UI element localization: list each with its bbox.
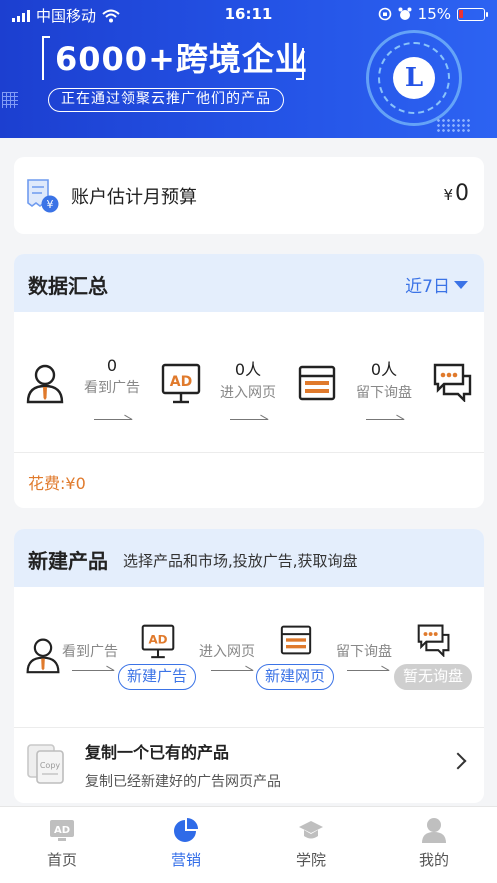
metric-page-visits: 0人 进入网页 (220, 360, 276, 401)
banner-headline: 6000+跨境企业 (55, 40, 308, 78)
new-ad-button[interactable]: 新建广告 (118, 664, 197, 690)
step-label-page-visits: 进入网页 (199, 644, 255, 660)
data-summary-card: 数据汇总 近7日 AD 0 看到广告 0人 进入网页 0人 留下询盘 花费:¥0 (14, 254, 484, 508)
date-range-label: 近7日 (405, 277, 450, 297)
svg-text:¥: ¥ (47, 198, 54, 211)
promo-banner[interactable]: 中国移动 16:11 15% 6000+跨境企业 正在通过领聚云推广他们的产品 … (0, 0, 497, 138)
grid-decoration (2, 92, 18, 108)
arrow-right-icon (230, 412, 268, 420)
product-header: 新建产品 选择产品和市场,投放广告,获取询盘 (14, 529, 484, 587)
status-bar: 中国移动 16:11 15% (0, 0, 497, 28)
chat-bubbles-icon (433, 363, 472, 402)
tab-mine-label: 我的 (418, 851, 449, 869)
summary-header: 数据汇总 近7日 (14, 254, 484, 312)
step-label-ad-views: 看到广告 (62, 644, 118, 660)
step-label-inquiries: 留下询盘 (336, 644, 392, 660)
copy-documents-icon: Copy (27, 744, 64, 784)
brand-logo: L (393, 57, 435, 99)
tab-academy-label: 学院 (295, 851, 326, 869)
svg-text:AD: AD (170, 374, 192, 390)
product-description: 选择产品和市场,投放广告,获取询盘 (123, 552, 358, 570)
ad-board-icon: AD (161, 363, 201, 404)
chevron-right-icon (449, 752, 467, 770)
tab-home[interactable]: AD 首页 (22, 813, 102, 870)
caret-down-icon (454, 280, 468, 289)
summary-title: 数据汇总 (28, 274, 108, 298)
battery-icon (457, 7, 488, 21)
spend-total: 花费:¥0 (28, 474, 86, 493)
arrow-right-icon (347, 663, 389, 671)
user-icon (422, 818, 446, 843)
divider (14, 452, 484, 453)
tab-mine[interactable]: 我的 (394, 813, 474, 870)
battery-percent: 15% (417, 5, 451, 23)
budget-document-icon: ¥ (27, 179, 59, 213)
arrow-right-icon (72, 663, 114, 671)
tab-marketing[interactable]: 营销 (146, 813, 226, 870)
new-webpage-button[interactable]: 新建网页 (256, 664, 335, 690)
svg-text:AD: AD (54, 825, 70, 836)
webpage-icon (280, 625, 312, 655)
ad-board-icon: AD (141, 624, 175, 659)
copy-product-title: 复制一个已有的产品 (85, 743, 230, 762)
bottom-tab-bar: AD 首页 营销 学院 我的 (0, 806, 497, 883)
pie-chart-icon (174, 818, 198, 842)
user-icon (26, 364, 64, 404)
graduation-cap-icon (299, 821, 323, 839)
new-product-card: 新建产品 选择产品和市场,投放广告,获取询盘 看到广告 AD 新建广告 进入网页… (14, 529, 484, 803)
bracket-decoration (42, 36, 50, 80)
arrow-right-icon (366, 412, 404, 420)
copy-existing-product-row[interactable]: Copy 复制一个已有的产品 复制已经新建好的广告网页产品 (14, 727, 484, 803)
copy-product-desc: 复制已经新建好的广告网页产品 (85, 774, 281, 790)
banner-subline: 正在通过领聚云推广他们的产品 (48, 88, 284, 112)
tab-academy[interactable]: 学院 (271, 813, 351, 870)
dots-decoration (436, 118, 470, 132)
budget-card[interactable]: ¥ 账户估计月预算 ¥0 (14, 157, 484, 234)
chat-bubbles-icon (417, 624, 450, 657)
arrow-right-icon (94, 412, 132, 420)
tab-home-label: 首页 (46, 851, 77, 869)
ad-icon: AD (50, 820, 74, 841)
budget-amount: ¥0 (443, 181, 469, 206)
svg-text:Copy: Copy (40, 761, 61, 770)
product-title: 新建产品 (28, 549, 108, 573)
rotation-lock-icon (378, 7, 391, 21)
budget-label: 账户估计月预算 (71, 187, 197, 208)
date-range-dropdown[interactable]: 近7日 (405, 272, 468, 297)
arrow-right-icon (211, 663, 253, 671)
tab-marketing-label: 营销 (170, 851, 201, 869)
webpage-icon (298, 365, 336, 401)
no-inquiry-button: 暂无询盘 (394, 664, 473, 690)
metric-ad-views: 0 看到广告 (84, 356, 140, 396)
user-icon (26, 638, 60, 674)
alarm-icon (398, 7, 412, 20)
metric-inquiries: 0人 留下询盘 (356, 360, 412, 401)
svg-text:AD: AD (148, 633, 167, 647)
